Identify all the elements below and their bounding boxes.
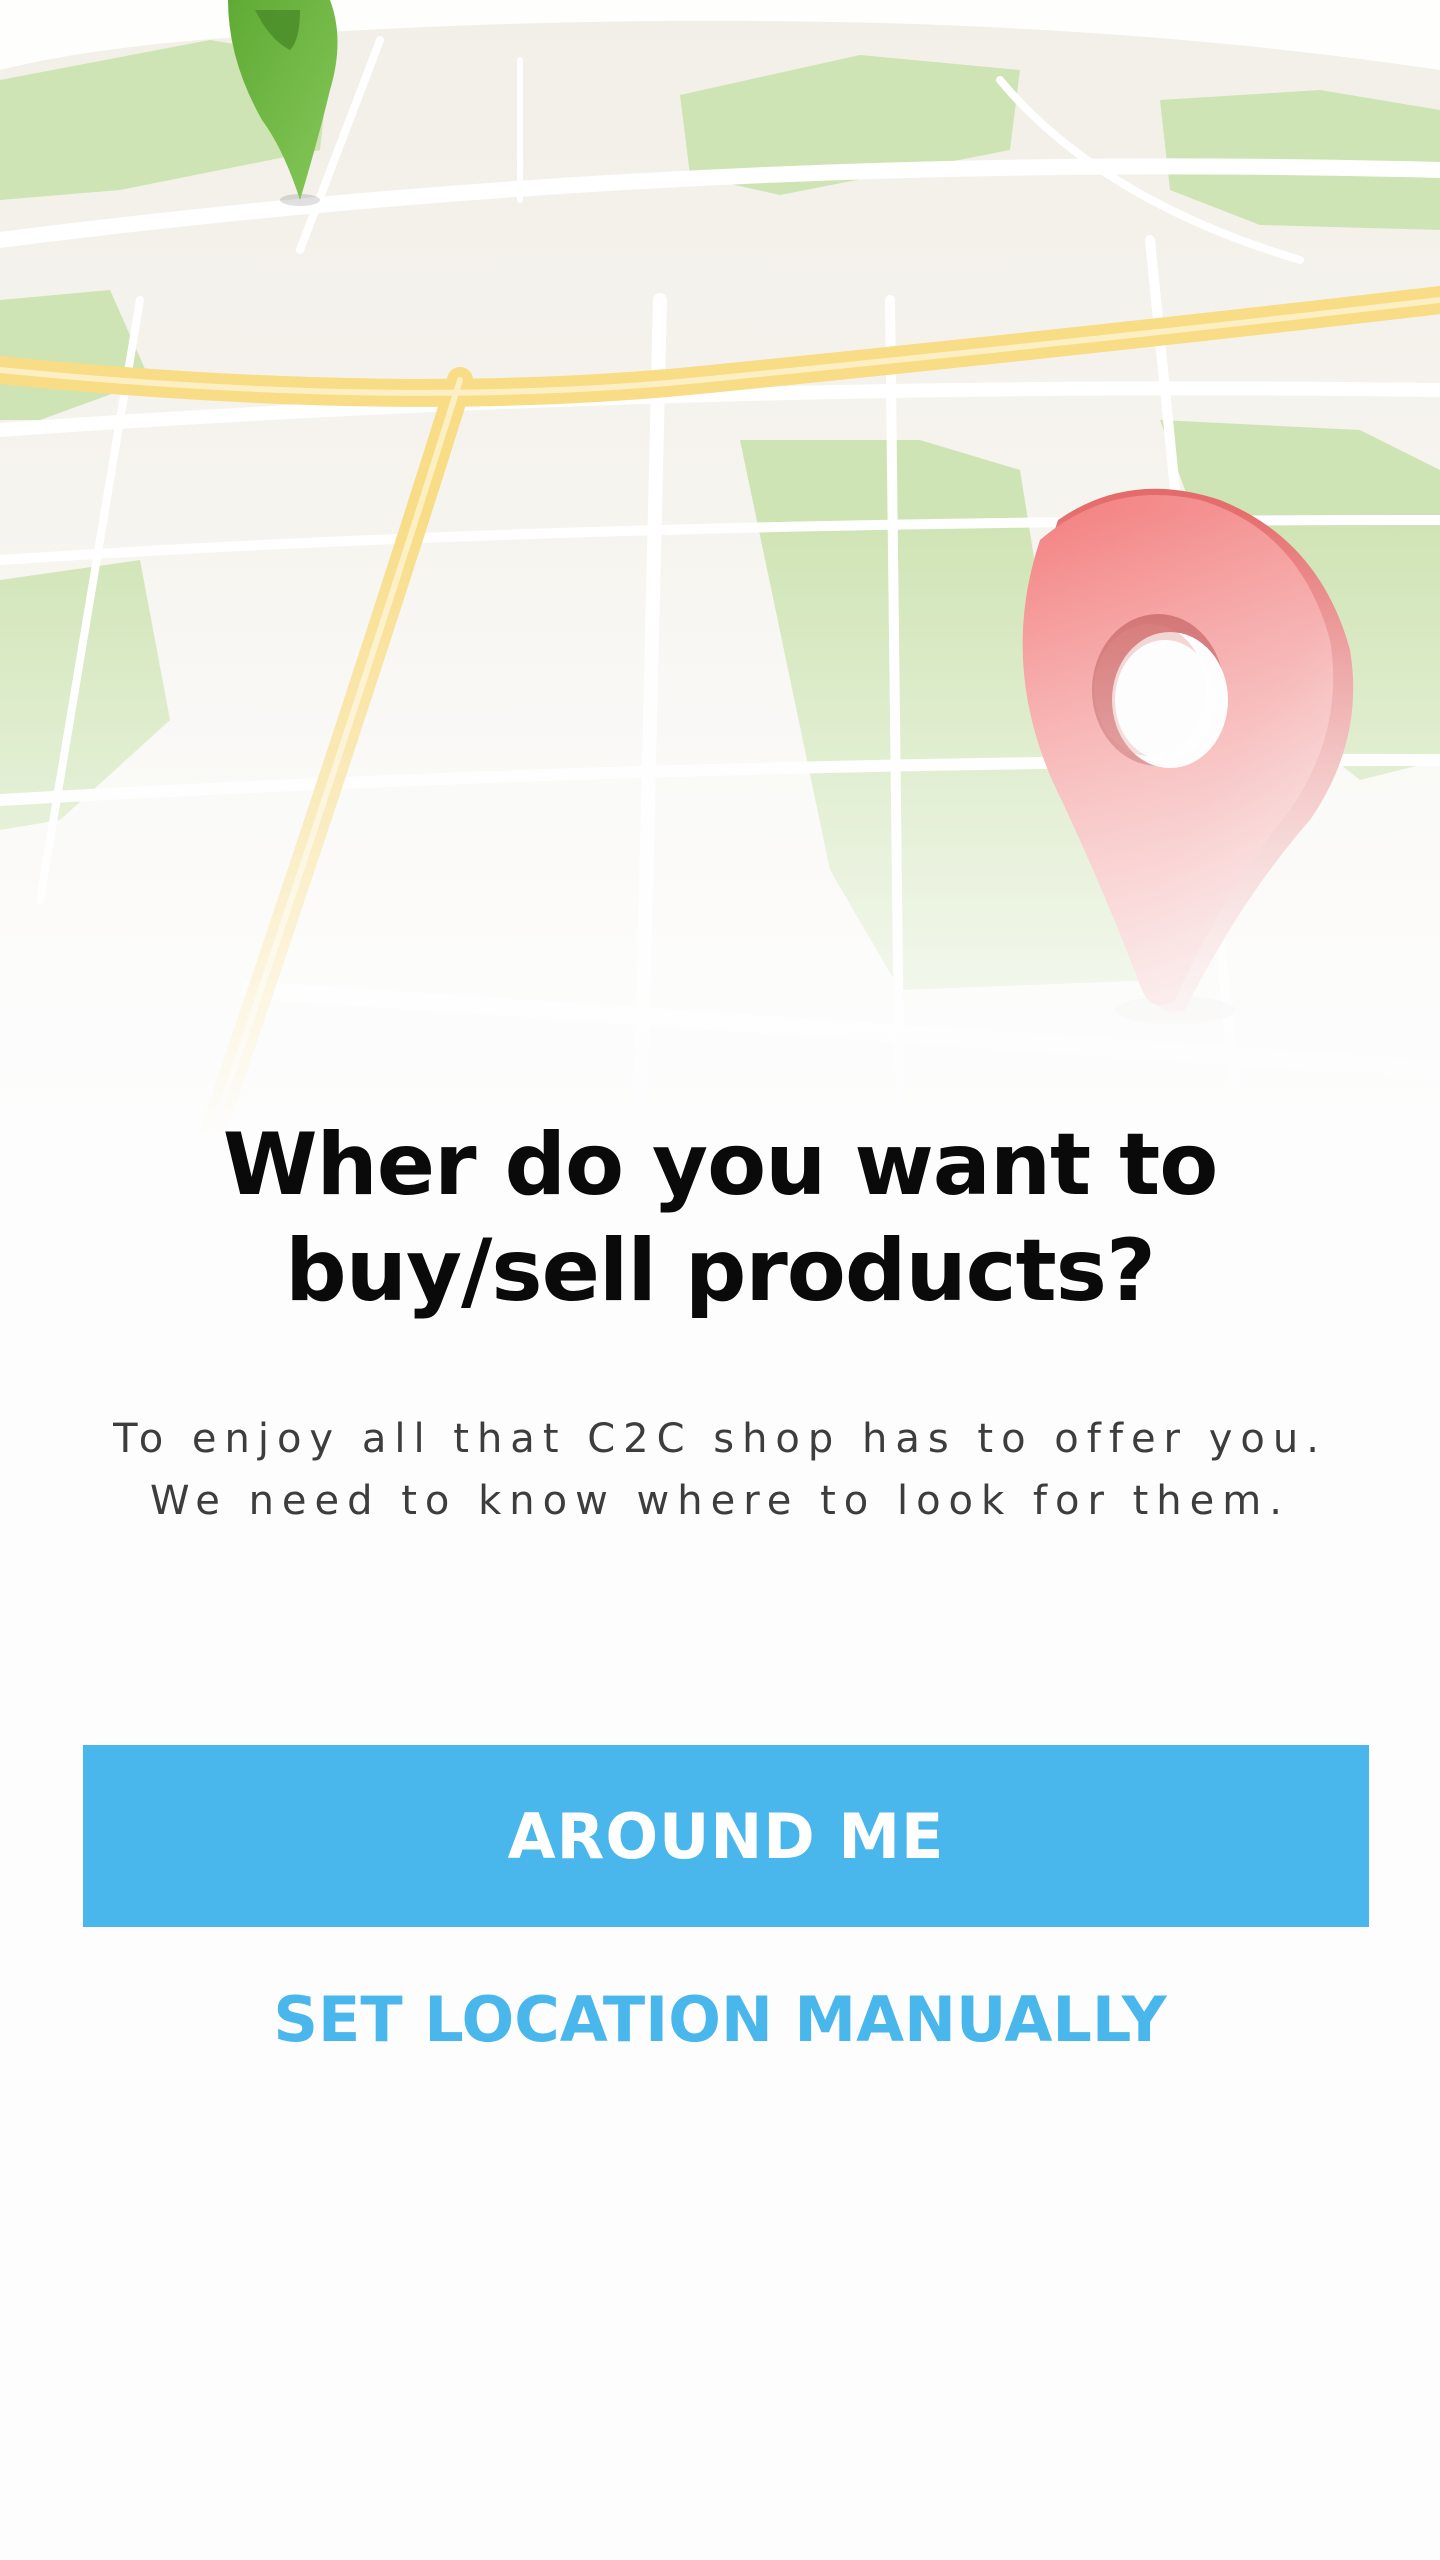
map-illustration: [0, 0, 1440, 1140]
around-me-button[interactable]: AROUND ME: [83, 1745, 1369, 1927]
page-description-line-1: To enjoy all that C2C shop has to offer …: [113, 1416, 1327, 1462]
set-location-manually-button[interactable]: SET LOCATION MANUALLY: [0, 1975, 1440, 2065]
page-title-line-1: Wher do you want to: [222, 1115, 1219, 1215]
hero-map-illustration: [0, 0, 1440, 1140]
page-description-line-2: We need to know where to look for them.: [150, 1478, 1290, 1524]
location-onboarding-screen: Wher do you want to buy/sell products? T…: [0, 0, 1440, 2560]
page-title: Wher do you want to buy/sell products?: [0, 1112, 1440, 1324]
page-description: To enjoy all that C2C shop has to offer …: [0, 1408, 1440, 1532]
page-title-line-2: buy/sell products?: [285, 1221, 1156, 1321]
